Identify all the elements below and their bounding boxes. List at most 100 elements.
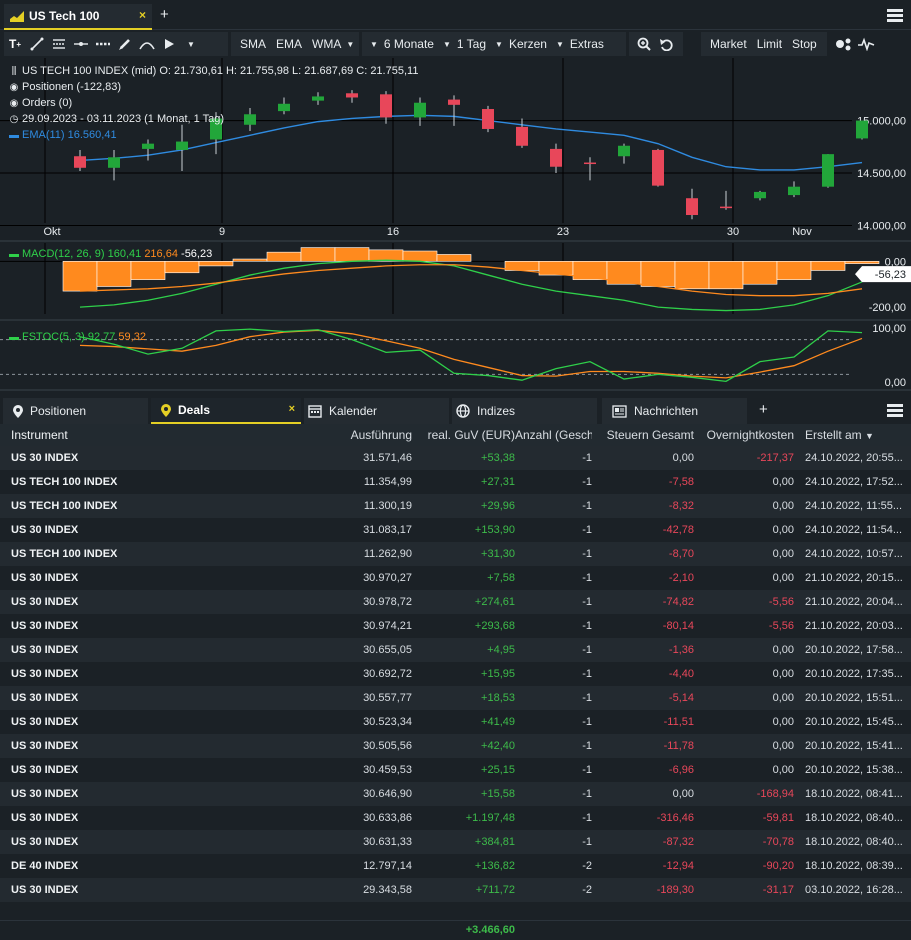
macd-histogram-bar	[300, 247, 336, 262]
col-quantity[interactable]: Anzahl (Geschl	[515, 428, 592, 442]
map-pin-icon	[161, 403, 171, 417]
macd-histogram-bar	[62, 261, 98, 292]
tab-close-icon[interactable]: ×	[139, 8, 146, 22]
col-realized-pl[interactable]: real. GuV (EUR)	[412, 428, 515, 442]
cell-taxes: 0,00	[672, 788, 694, 800]
cell-realized-pl: +384,81	[474, 836, 515, 848]
ema-button[interactable]: EMA	[271, 32, 307, 56]
table-row[interactable]: US 30 INDEX 30.557,77 +18,53 -1 -5,14 0,00 20.…	[0, 686, 911, 710]
pointer-tool-icon[interactable]	[158, 32, 180, 56]
cell-taxes: -2,10	[668, 572, 694, 584]
table-row[interactable]: US 30 INDEX 31.083,17 +153,90 -1 -42,78 0,00 2…	[0, 518, 911, 542]
candle-body	[74, 156, 86, 168]
macd-histogram-bar	[844, 261, 880, 264]
tab-calendar[interactable]: Kalender	[304, 398, 449, 424]
cell-instrument: US 30 INDEX	[11, 524, 79, 536]
menu-icon[interactable]	[887, 9, 903, 23]
table-row[interactable]: US 30 INDEX 30.970,27 +7,58 -1 -2,10 0,00 21.1…	[0, 566, 911, 590]
col-instrument[interactable]: Instrument	[0, 428, 190, 442]
macd-signal-value: 216,64	[144, 248, 178, 260]
tab-deals[interactable]: Deals ×	[151, 398, 301, 424]
line-tool-icon[interactable]	[26, 32, 48, 56]
cell-quantity: -1	[582, 644, 592, 656]
macd-histogram-bar	[266, 251, 302, 262]
cell-created: 18.10.2022, 08:40...	[805, 812, 903, 824]
table-row[interactable]: US 30 INDEX 30.646,90 +15,58 -1 0,00 -168,94 1…	[0, 782, 911, 806]
table-row[interactable]: US 30 INDEX 31.571,46 +53,38 -1 0,00 -217,37 2…	[0, 446, 911, 470]
curve-tool-icon[interactable]	[136, 32, 158, 56]
ema-legend[interactable]: ▬ EMA(11) 16.560,41	[8, 129, 117, 141]
indicator-chevron-down-icon[interactable]: ▼	[346, 40, 354, 49]
extras-dropdown[interactable]: Extras	[568, 32, 609, 56]
period-chevron-down-icon[interactable]: ▼	[370, 40, 378, 49]
add-panel-tab-button[interactable]: +	[759, 401, 768, 418]
pulse-icon[interactable]	[855, 32, 877, 56]
market-order-button[interactable]: Market	[705, 32, 752, 56]
tab-positions[interactable]: Positionen	[3, 398, 148, 424]
ema-line-icon: ▬	[9, 130, 19, 141]
chart-type-dropdown[interactable]: Kerzen	[507, 32, 552, 56]
stop-order-button[interactable]: Stop	[787, 32, 822, 56]
interval-chevron-down-icon[interactable]: ▼	[443, 40, 451, 49]
orders-legend[interactable]: ◉ Orders (0)	[8, 97, 73, 109]
table-row[interactable]: US 30 INDEX 30.633,86 +1.197,48 -1 -316,46 -5…	[0, 806, 911, 830]
table-row[interactable]: US 30 INDEX 30.505,56 +42,40 -1 -11,78 0,00 20…	[0, 734, 911, 758]
macd-legend[interactable]: ▬ MACD(12, 26, 9) 160,41 216,64 -56,23	[8, 248, 212, 260]
more-tools-chevron-icon[interactable]: ▼	[180, 32, 202, 56]
col-execution[interactable]: Ausführung	[190, 428, 412, 442]
cell-overnight: -5,56	[768, 620, 794, 632]
cell-instrument: US 30 INDEX	[11, 764, 79, 776]
fibonacci-tool-icon[interactable]	[48, 32, 70, 56]
table-row[interactable]: US 30 INDEX 30.523,34 +41,49 -1 -11,51 0,00 20…	[0, 710, 911, 734]
table-row[interactable]: US TECH 100 INDEX 11.300,19 +29,96 -1 -8,32 0…	[0, 494, 911, 518]
macd-histogram-bar	[232, 258, 268, 262]
tab-news[interactable]: Nachrichten	[602, 398, 747, 424]
cell-taxes: -87,32	[662, 836, 694, 848]
table-row[interactable]: US 30 INDEX 30.655,05 +4,95 -1 -1,36 0,00 20.1…	[0, 638, 911, 662]
cell-taxes: -74,82	[662, 596, 694, 608]
extras-chevron-down-icon[interactable]: ▼	[556, 40, 564, 49]
zoom-icon[interactable]	[633, 32, 655, 56]
cell-realized-pl: +7,58	[487, 572, 515, 584]
positions-legend[interactable]: ◉ Positionen (-122,83)	[8, 81, 121, 93]
chart-area[interactable]: 15.000,00 14.500,00 14.000,00 Okt 9 16 23 30 Nov…	[0, 58, 911, 392]
candle-body	[278, 103, 290, 112]
table-row[interactable]: US TECH 100 INDEX 11.354,99 +27,31 -1 -7,58 0…	[0, 470, 911, 494]
pencil-tool-icon[interactable]	[114, 32, 136, 56]
tab-us-tech-100[interactable]: US Tech 100 ×	[4, 4, 152, 30]
undo-icon[interactable]	[655, 32, 677, 56]
col-created[interactable]: Erstellt am ▼	[794, 428, 904, 442]
wma-button[interactable]: WMA	[307, 32, 346, 56]
col-overnight[interactable]: Overnightkosten	[694, 428, 794, 442]
period-dropdown[interactable]: 6 Monate	[382, 32, 439, 56]
newspaper-icon	[612, 404, 627, 418]
panel-menu-icon[interactable]	[887, 404, 903, 418]
settings-circles-icon[interactable]	[833, 32, 855, 56]
text-tool-icon[interactable]: T +	[4, 32, 26, 56]
sma-button[interactable]: SMA	[235, 32, 271, 56]
fstoc-k-value: 92,77	[87, 331, 116, 343]
table-row[interactable]: DE 40 INDEX 12.797,14 +136,82 -2 -12,94 -90,2…	[0, 854, 911, 878]
macd-value: 160,41	[107, 248, 142, 260]
chart-type-chevron-down-icon[interactable]: ▼	[495, 40, 503, 49]
table-row[interactable]: US 30 INDEX 30.692,72 +15,95 -1 -4,40 0,00 20.…	[0, 662, 911, 686]
table-body: US 30 INDEX 31.571,46 +53,38 -1 0,00 -217,37 2…	[0, 446, 911, 902]
limit-order-button[interactable]: Limit	[752, 32, 787, 56]
tab-indices[interactable]: Indizes	[452, 398, 597, 424]
dotted-line-tool-icon[interactable]	[92, 32, 114, 56]
horizontal-line-tool-icon[interactable]	[70, 32, 92, 56]
cell-created: 24.10.2022, 11:54...	[805, 524, 903, 536]
cell-created: 03.10.2022, 16:28...	[805, 884, 903, 896]
add-tab-button[interactable]: +	[160, 6, 169, 23]
interval-dropdown[interactable]: 1 Tag	[455, 32, 491, 56]
table-row[interactable]: US 30 INDEX 29.343,58 +711,72 -2 -189,30 -31,…	[0, 878, 911, 902]
fstoc-legend[interactable]: ▬ FSTOC(5, 3) 92,77 59,32	[8, 331, 146, 343]
table-row[interactable]: US TECH 100 INDEX 11.262,90 +31,30 -1 -8,70 0…	[0, 542, 911, 566]
table-row[interactable]: US 30 INDEX 30.978,72 +274,61 -1 -74,82 -5,56…	[0, 590, 911, 614]
table-row[interactable]: US 30 INDEX 30.459,53 +25,15 -1 -6,96 0,00 20.…	[0, 758, 911, 782]
table-row[interactable]: US 30 INDEX 30.631,33 +384,81 -1 -87,32 -70,7…	[0, 830, 911, 854]
table-row[interactable]: US 30 INDEX 30.974,21 +293,68 -1 -80,14 -5,56…	[0, 614, 911, 638]
candle-body	[822, 154, 834, 187]
tab-deals-close-icon[interactable]: ×	[289, 403, 295, 415]
col-taxes[interactable]: Steuern Gesamt	[592, 428, 694, 442]
